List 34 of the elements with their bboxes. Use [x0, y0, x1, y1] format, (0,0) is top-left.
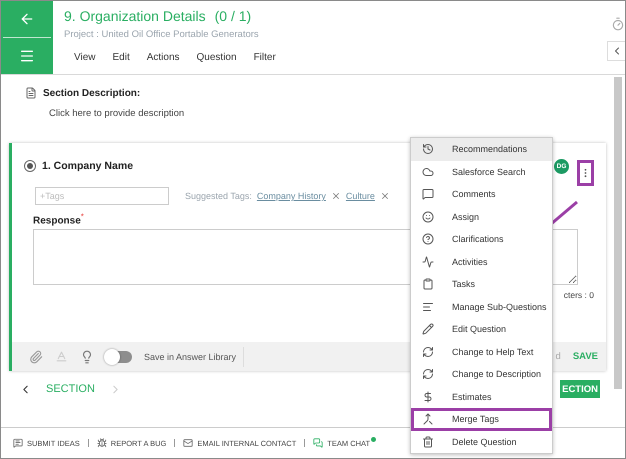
toggle-label: Save in Answer Library [144, 346, 244, 366]
menu-item[interactable]: Question [196, 52, 237, 63]
tags-field[interactable]: +Tags [35, 187, 169, 205]
description-placeholder[interactable]: Click here to provide description [49, 108, 184, 119]
question-title: 1. Company Name [42, 160, 134, 172]
menu-item[interactable]: Recommendations [411, 138, 552, 160]
menu-item[interactable]: Merge Tags [411, 408, 552, 430]
menu-item[interactable]: Edit Question [411, 318, 552, 340]
menu-item[interactable]: Filter [254, 52, 276, 63]
page-title: 9. Organization Details [64, 8, 206, 24]
menu-item[interactable]: Change to Description [411, 363, 552, 386]
menu-item[interactable]: Edit [112, 52, 130, 63]
menu-item[interactable]: Estimates [411, 386, 552, 408]
suggested-label: Suggested Tags: [185, 191, 252, 201]
menu-item[interactable]: Change to Help Text [411, 340, 552, 363]
menu-item[interactable]: Activities [411, 250, 552, 273]
required-mark: * [80, 212, 84, 221]
project-name: Project : United Oil Office Portable Generators [64, 29, 260, 40]
progress-count: (0 / 1) [214, 8, 252, 24]
menu-item[interactable]: Actions [146, 52, 180, 63]
tag-link[interactable]: Culture [346, 191, 375, 201]
response-label: Response$^{*}$ [33, 212, 84, 226]
menu-item[interactable]: Salesforce Search [411, 160, 552, 183]
tag-link[interactable]: Company History [256, 191, 326, 201]
section-label: SECTION [46, 383, 95, 395]
menu-item[interactable]: Assign [411, 206, 552, 228]
menu-item[interactable]: Comments [411, 183, 552, 206]
character-count: cters : 0 [564, 290, 594, 300]
menu-item[interactable]: Delete Question [411, 430, 552, 453]
menu-item[interactable]: Manage Sub-Questions [411, 296, 552, 318]
menu-item[interactable]: Tasks [411, 273, 552, 296]
section-label: Section Description: [43, 88, 140, 98]
menu-item[interactable]: Clarifications [411, 228, 552, 250]
menu-item[interactable]: View [74, 52, 96, 63]
